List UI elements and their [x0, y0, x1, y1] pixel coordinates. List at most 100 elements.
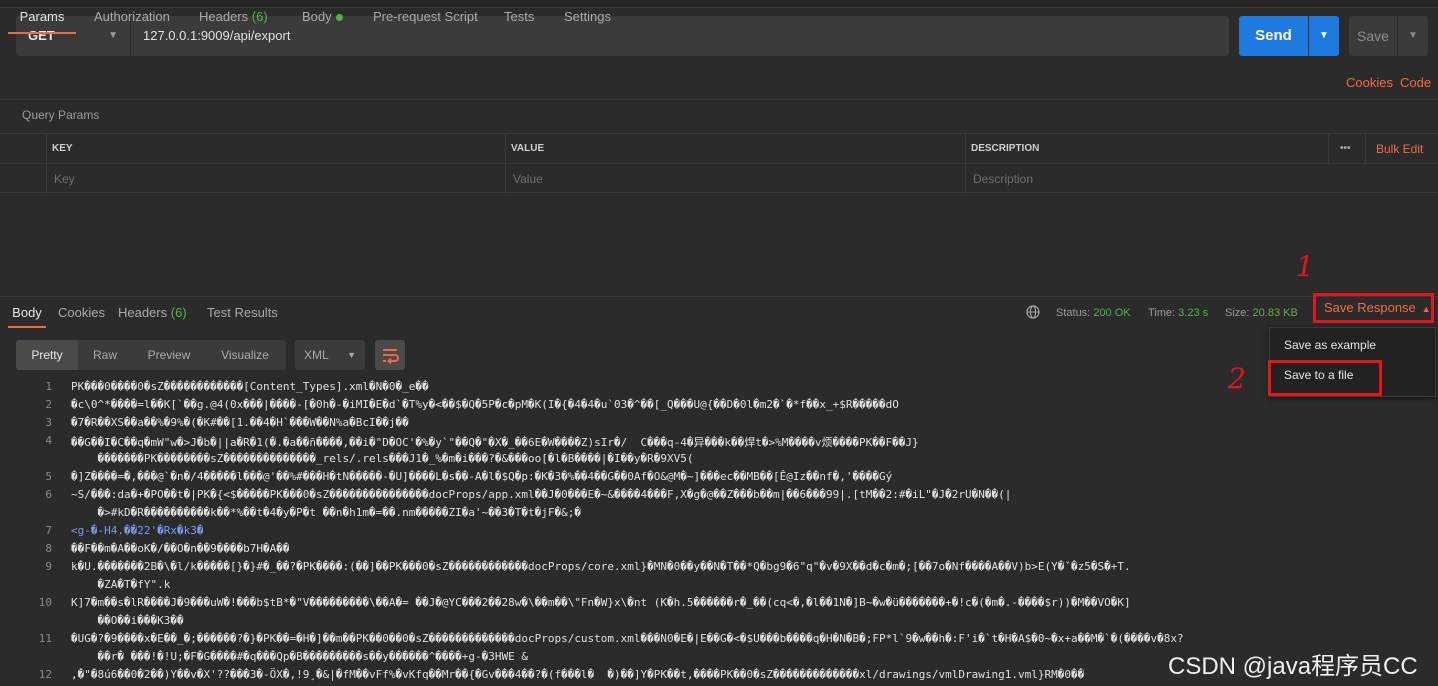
tab-params-label: Params — [19, 9, 65, 24]
code-line: ��G��I�C��q�mW"w�>J�b�||a�R�1(�.�a��ñ���… — [71, 436, 919, 449]
more-options-icon[interactable]: ••• — [1334, 134, 1351, 164]
send-button[interactable]: Send — [1239, 16, 1308, 56]
annotation-one: 1 — [1296, 250, 1314, 283]
code-line: �]Z����=�,���@`�n�/4�����l���@'��%#���H�… — [71, 470, 893, 483]
code-line: �UG�?�9����x�E��_�;������?�}�PK��=�H�]��… — [71, 632, 1184, 645]
send-options-button[interactable]: ▼ — [1309, 16, 1339, 56]
tab-tests-label: Tests — [504, 9, 535, 24]
code-line: <g-�-H4.��22'�Rx�k3� — [71, 524, 204, 537]
tab-body-label: Body — [302, 9, 332, 24]
format-type-label: XML — [304, 348, 329, 362]
col-description-header: DESCRIPTION — [971, 143, 1040, 154]
save-response-label: Save Response — [1324, 300, 1416, 315]
tab-prerequest-label: Pre-request Script — [373, 9, 478, 24]
line-number: 6 — [45, 488, 52, 501]
col-value-header: VALUE — [511, 143, 545, 154]
column-divider — [965, 164, 966, 194]
format-type-select[interactable]: XML ▼ — [295, 340, 365, 370]
code-line: K]7�m��s�lR����J�9���uW�!���b$tB*�"V����… — [71, 596, 1131, 609]
line-number: 7 — [45, 524, 52, 537]
panel-divider[interactable] — [0, 296, 1438, 297]
body-indicator-dot — [335, 14, 343, 22]
column-divider — [1328, 134, 1329, 164]
tab-settings[interactable]: Settings — [564, 0, 611, 34]
tab-body[interactable]: Body — [302, 0, 343, 34]
status-readout: Status: 200 OK — [1056, 300, 1131, 326]
tab-authorization[interactable]: Authorization — [94, 0, 170, 34]
save-response-button[interactable]: Save Response ▲ — [1313, 293, 1434, 323]
caret-up-icon: ▲ — [1421, 304, 1431, 314]
menu-item-save-as-example[interactable]: Save as example — [1284, 338, 1376, 352]
response-tab-test-results[interactable]: Test Results — [207, 300, 278, 328]
value-input[interactable]: Value — [507, 164, 543, 194]
code-line: PK���0����0�sZ������������[Content_Types… — [71, 380, 429, 393]
params-empty-row: Key Value Description — [0, 164, 1438, 194]
tab-headers-label: Headers — [199, 9, 249, 24]
line-number: 9 — [45, 560, 52, 573]
size-value: 20.83 KB — [1252, 307, 1298, 319]
code-line: �>#kD�R����������k��*%��t�4�y�P�t ��n�h1… — [71, 506, 581, 519]
bulk-edit-link[interactable]: Bulk Edit — [1370, 134, 1423, 164]
line-number: 12 — [38, 668, 52, 681]
description-input[interactable]: Description — [967, 164, 1033, 194]
response-headers-count: (6) — [170, 305, 187, 320]
time-readout: Time: 3.23 s — [1148, 300, 1208, 326]
format-pretty[interactable]: Pretty — [16, 340, 78, 370]
query-params-label: Query Params — [22, 108, 100, 122]
response-tab-headers[interactable]: Headers (6) — [118, 300, 187, 328]
code-line: ��F��m�A��oK�/��O�n��9����b7H�A�� — [71, 542, 290, 555]
code-line: k�U.�������2B�\�l/k�����[}�}#�_��?�PK���… — [71, 560, 1131, 573]
response-tab-body[interactable]: Body — [8, 300, 46, 328]
code-line: ~S/���:da�+�PO��t�|PK�{<$�����PK���0�sZ�… — [71, 488, 1012, 501]
tab-prerequest-script[interactable]: Pre-request Script — [373, 0, 478, 34]
tab-tests[interactable]: Tests — [504, 0, 534, 34]
time-value: 3.23 s — [1178, 307, 1209, 319]
size-label: Size: — [1225, 307, 1250, 319]
line-number: 2 — [45, 398, 52, 411]
key-input[interactable]: Key — [48, 164, 75, 194]
tab-params[interactable]: Params — [8, 0, 76, 34]
column-divider — [1365, 134, 1366, 164]
code-line: ,�"�8ú6��0�2��)Y��v�X'??���3�-ÖX�,!9¸�&|… — [71, 668, 1085, 681]
save-button[interactable]: Save — [1349, 16, 1397, 56]
code-line: �ZA�T�fY".k — [71, 578, 171, 591]
chevron-down-icon: ▼ — [1319, 30, 1329, 41]
save-options-button[interactable]: ▼ — [1398, 16, 1428, 56]
response-tab-test-results-label: Test Results — [207, 305, 278, 320]
headers-count: (6) — [251, 9, 268, 24]
response-tab-headers-label: Headers — [118, 305, 168, 320]
chevron-down-icon: ▼ — [347, 350, 356, 360]
response-tab-body-label: Body — [12, 305, 42, 320]
format-visualize[interactable]: Visualize — [212, 340, 278, 370]
code-line: �c\0^*����=l��K[`��g.@4(0x���|����-[�0h�… — [71, 398, 899, 411]
line-number: 5 — [45, 470, 52, 483]
code-line: �7�R��XS��a��%�9%�(�K#��[1.��4�H`���W��N… — [71, 416, 409, 429]
line-number: 4 — [45, 434, 52, 447]
format-raw[interactable]: Raw — [80, 340, 130, 370]
wrap-lines-button[interactable] — [375, 340, 405, 370]
cookies-link[interactable]: Cookies — [1346, 66, 1393, 100]
url-input[interactable]: 127.0.0.1:9009/api/export — [131, 16, 1229, 56]
time-label: Time: — [1148, 307, 1176, 319]
tab-settings-label: Settings — [564, 9, 611, 24]
code-line: ��O��i���K3�� — [71, 614, 184, 627]
tab-headers[interactable]: Headers (6) — [199, 0, 268, 34]
wrap-icon — [383, 349, 399, 365]
response-tab-cookies-label: Cookies — [58, 305, 105, 320]
line-number: 8 — [45, 542, 52, 555]
response-body[interactable]: 1 PK���0����0�sZ������������[Content_Type… — [0, 378, 1438, 686]
column-divider — [505, 164, 506, 194]
col-key-header: KEY — [52, 143, 73, 154]
params-header-row: KEY VALUE DESCRIPTION ••• Bulk Edit — [0, 134, 1438, 164]
globe-icon[interactable] — [1026, 305, 1040, 319]
format-preview[interactable]: Preview — [136, 340, 202, 370]
size-readout: Size: 20.83 KB — [1225, 300, 1298, 326]
code-link[interactable]: Code — [1400, 66, 1431, 100]
line-number: 1 — [45, 380, 52, 393]
status-value: 200 OK — [1093, 307, 1131, 319]
chevron-down-icon: ▼ — [1408, 30, 1418, 41]
response-tab-cookies[interactable]: Cookies — [58, 300, 105, 328]
line-number: 3 — [45, 416, 52, 429]
request-tabs — [0, 66, 1438, 100]
watermark: CSDN @java程序员CC — [1168, 653, 1418, 680]
